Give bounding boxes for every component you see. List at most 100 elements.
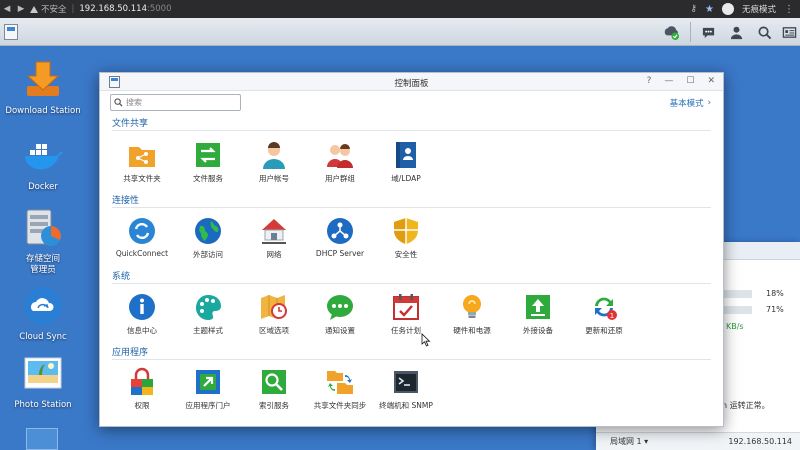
- regional-options-icon: [259, 292, 289, 322]
- task-scheduler-icon: [391, 292, 421, 322]
- photo-station-icon: [21, 352, 65, 396]
- item-task-scheduler[interactable]: 任务计划: [370, 292, 442, 336]
- desktop-icon-docker[interactable]: Docker: [0, 134, 86, 193]
- browser-toolbar: ◀ ▶ 不安全 | 192.168.50.114:5000 ⚷ ★ 无痕模式 ⋮: [0, 0, 800, 18]
- file-services-icon: [193, 140, 223, 170]
- theme-icon: [193, 292, 223, 322]
- item-label: 共享文件夹: [123, 174, 161, 183]
- window-title: 控制面板: [394, 79, 429, 89]
- back-button[interactable]: ◀: [0, 4, 14, 14]
- search-input[interactable]: [126, 98, 236, 107]
- item-security[interactable]: 安全性: [370, 216, 442, 260]
- item-label: 网络: [266, 250, 282, 259]
- item-domain-ldap[interactable]: 域/LDAP: [370, 140, 442, 184]
- item-hardware-power[interactable]: 硬件和电源: [436, 292, 508, 336]
- item-label: 硬件和电源: [453, 326, 491, 335]
- external-devices-icon: [523, 292, 553, 322]
- minimize-button[interactable]: —: [664, 76, 673, 86]
- docker-icon: [21, 134, 65, 178]
- item-quickconnect[interactable]: QuickConnect: [106, 216, 178, 258]
- item-regional-options[interactable]: 区域选项: [238, 292, 310, 336]
- hardware-power-icon: [457, 292, 487, 322]
- search-icon[interactable]: [755, 23, 773, 41]
- window-titlebar[interactable]: 控制面板 ? — ☐ ✕: [100, 73, 723, 91]
- network-footer: 局域网 1 ▾ 192.168.50.114: [596, 432, 800, 450]
- item-network[interactable]: 网络: [238, 216, 310, 260]
- item-shared-folder[interactable]: 共享文件夹: [106, 140, 178, 184]
- sync-status-icon[interactable]: [662, 23, 680, 41]
- item-label: 任务计划: [391, 326, 421, 335]
- security-label: 不安全: [41, 5, 67, 15]
- item-user[interactable]: 用户帐号: [238, 140, 310, 184]
- shared-folder-sync-icon: [325, 367, 355, 397]
- maximize-button[interactable]: ☐: [686, 76, 694, 86]
- item-label: 用户群组: [325, 174, 355, 183]
- chevron-right-icon: ›: [707, 98, 711, 108]
- desktop-icon-label: Photo Station: [14, 400, 72, 410]
- item-notification[interactable]: 通知设置: [304, 292, 376, 336]
- item-label: 主题样式: [193, 326, 223, 335]
- security-indicator[interactable]: 不安全: [30, 3, 67, 15]
- item-file-services[interactable]: 文件服务: [172, 140, 244, 184]
- mouse-cursor-icon: [421, 333, 431, 347]
- menu-dots-icon[interactable]: ⋮: [784, 4, 794, 15]
- warning-icon: [30, 5, 38, 13]
- desktop-icon-cloud-sync[interactable]: Cloud Sync: [0, 284, 86, 343]
- basic-mode-link[interactable]: 基本模式 ›: [670, 97, 711, 109]
- bookmark-star-icon[interactable]: ★: [705, 4, 714, 15]
- item-label: 区域选项: [259, 326, 289, 335]
- item-info-center[interactable]: 信息中心: [106, 292, 178, 336]
- item-update-restore[interactable]: 1 更新和还原: [568, 292, 640, 336]
- item-label: 索引服务: [259, 401, 289, 410]
- item-privileges[interactable]: 权限: [106, 367, 178, 411]
- address-bar[interactable]: 192.168.50.114:5000: [79, 4, 171, 14]
- storage-manager-icon: [21, 206, 65, 250]
- system-health-text: n 运转正常。: [722, 401, 770, 410]
- taskbar-divider: [690, 22, 691, 42]
- item-external-devices[interactable]: 外接设备: [502, 292, 574, 336]
- network-select[interactable]: 局域网 1 ▾: [610, 436, 648, 447]
- item-label: DHCP Server: [315, 249, 365, 258]
- control-panel-window: 控制面板 ? — ☐ ✕ 基本模式 › 文件共享 共享文件夹 文件服务 用户帐号…: [99, 72, 724, 427]
- item-label: 信息中心: [127, 326, 157, 335]
- key-icon[interactable]: ⚷: [690, 4, 697, 14]
- item-label: 更新和还原: [585, 326, 623, 335]
- terminal-snmp-icon: [391, 367, 421, 397]
- privileges-icon: [127, 367, 157, 397]
- update-restore-icon: 1: [589, 292, 619, 322]
- close-button[interactable]: ✕: [707, 76, 715, 86]
- item-application-portal[interactable]: 应用程序门户: [172, 367, 244, 411]
- section-divider: [112, 207, 711, 208]
- desktop-icon-download-station[interactable]: Download Station: [0, 58, 86, 117]
- item-label: 安全性: [394, 250, 418, 259]
- item-terminal-snmp[interactable]: 终端机和 SNMP: [370, 367, 442, 411]
- desktop-icon-storage-manager[interactable]: 存储空间 管理员: [0, 206, 86, 276]
- item-label: 共享文件夹同步: [313, 401, 367, 410]
- main-menu-icon[interactable]: [4, 24, 18, 40]
- quickconnect-icon: [127, 216, 157, 246]
- item-shared-folder-sync[interactable]: 共享文件夹同步: [304, 367, 376, 411]
- item-theme[interactable]: 主题样式: [172, 292, 244, 336]
- desktop-icon-photo-station[interactable]: Photo Station: [0, 352, 86, 411]
- url-separator: |: [71, 4, 75, 14]
- item-group[interactable]: 用户群组: [304, 140, 376, 184]
- desktop-icon-partial[interactable]: [26, 428, 58, 450]
- network-ip: 192.168.50.114: [728, 437, 792, 446]
- search-box[interactable]: [110, 94, 241, 111]
- item-dhcp-server[interactable]: DHCP Server: [304, 216, 376, 258]
- notification-chat-icon[interactable]: [699, 23, 717, 41]
- info-center-icon: [127, 292, 157, 322]
- svg-text:1: 1: [610, 312, 614, 320]
- item-label: 文件服务: [193, 174, 223, 183]
- help-button[interactable]: ?: [647, 76, 652, 86]
- incognito-label: 无痕模式: [741, 5, 776, 15]
- user-menu-icon[interactable]: [727, 23, 745, 41]
- section-divider: [112, 359, 711, 360]
- group-icon: [325, 140, 355, 170]
- notification-icon: [325, 292, 355, 322]
- item-indexing-service[interactable]: 索引服务: [238, 367, 310, 411]
- item-external-access[interactable]: 外部访问: [172, 216, 244, 260]
- download-station-icon: [21, 58, 65, 102]
- forward-button[interactable]: ▶: [14, 4, 28, 14]
- widgets-icon[interactable]: [780, 23, 798, 41]
